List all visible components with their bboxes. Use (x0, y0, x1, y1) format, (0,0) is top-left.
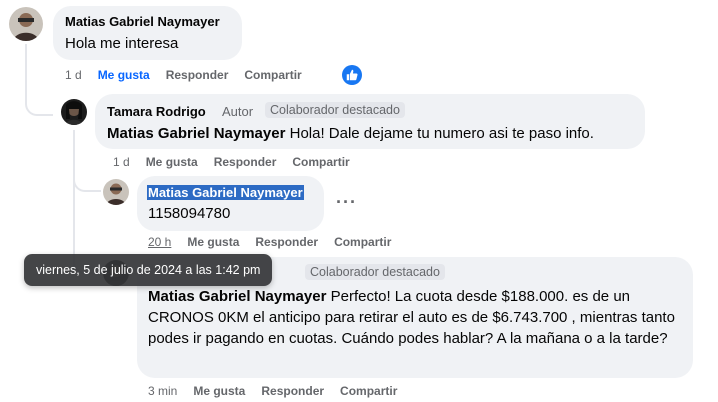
comment-4-like-button[interactable]: Me gusta (193, 384, 245, 398)
comment-3-reply-button[interactable]: Responder (255, 235, 318, 249)
avatar-matias[interactable] (9, 7, 43, 41)
comment-3-time[interactable]: 20 h (148, 235, 171, 249)
more-dots-icon[interactable]: ··· (336, 192, 357, 213)
avatar-tamara[interactable] (61, 99, 87, 125)
comment-2-time[interactable]: 1 d (113, 155, 130, 169)
comment-2-author-badge: Autor (222, 104, 254, 119)
comment-2-like-button[interactable]: Me gusta (146, 155, 198, 169)
comment-3-actions: 20 h Me gusta Responder Compartir (148, 235, 407, 249)
comment-2-body: Hola! Dale dejame tu numero asi te paso … (285, 125, 594, 142)
comment-4-text: Matias Gabriel Naymayer Perfecto! La cuo… (148, 286, 680, 349)
thread-line-reply (73, 130, 75, 266)
comment-3-author-selected[interactable]: Matias Gabriel Naymayer (147, 185, 304, 200)
thread-curve-reply-2 (73, 168, 101, 192)
comment-3-like-button[interactable]: Me gusta (187, 235, 239, 249)
comment-4-actions: 3 min Me gusta Responder Compartir (148, 384, 413, 398)
thread-line-main (25, 44, 27, 94)
avatar-matias-reply[interactable] (103, 179, 129, 205)
comment-1-time[interactable]: 1 d (65, 68, 82, 82)
comment-2-mention[interactable]: Matias Gabriel Naymayer (107, 125, 285, 142)
comment-2-reply-button[interactable]: Responder (214, 155, 277, 169)
comment-1-share-button[interactable]: Compartir (244, 68, 301, 82)
comment-4-time[interactable]: 3 min (148, 384, 177, 398)
comment-2-share-button[interactable]: Compartir (292, 155, 349, 169)
comment-1-author[interactable]: Matias Gabriel Naymayer (65, 14, 220, 29)
comment-4-mention[interactable]: Matias Gabriel Naymayer (148, 288, 326, 305)
comment-2-top-contributor-badge: Colaborador destacado (265, 102, 405, 118)
comment-3-share-button[interactable]: Compartir (334, 235, 391, 249)
comment-4-share-button[interactable]: Compartir (340, 384, 397, 398)
comment-4-reply-button[interactable]: Responder (261, 384, 324, 398)
avatar-matias-reply-image (103, 179, 129, 205)
thread-curve-reply-1 (25, 90, 53, 116)
comment-2-actions: 1 d Me gusta Responder Compartir (113, 155, 366, 169)
comment-3-text: 1158094780 (148, 205, 231, 222)
comment-1-text: Hola me interesa (65, 35, 179, 52)
comment-2-author[interactable]: Tamara Rodrigo (107, 104, 206, 119)
avatar-matias-image (9, 7, 43, 41)
comment-2-text: Matias Gabriel Naymayer Hola! Dale dejam… (107, 123, 594, 144)
avatar-tamara-image (61, 99, 87, 125)
like-thumb-icon[interactable] (342, 65, 362, 85)
comment-1-reply-button[interactable]: Responder (166, 68, 229, 82)
comment-4-top-contributor-badge: Colaborador destacado (305, 264, 445, 280)
comment-1-like-button[interactable]: Me gusta (98, 68, 150, 82)
comment-1-actions: 1 d Me gusta Responder Compartir (65, 68, 318, 82)
comment-3-author[interactable]: Matias Gabriel Naymayer (147, 185, 304, 200)
timestamp-tooltip: viernes, 5 de julio de 2024 a las 1:42 p… (24, 254, 273, 286)
